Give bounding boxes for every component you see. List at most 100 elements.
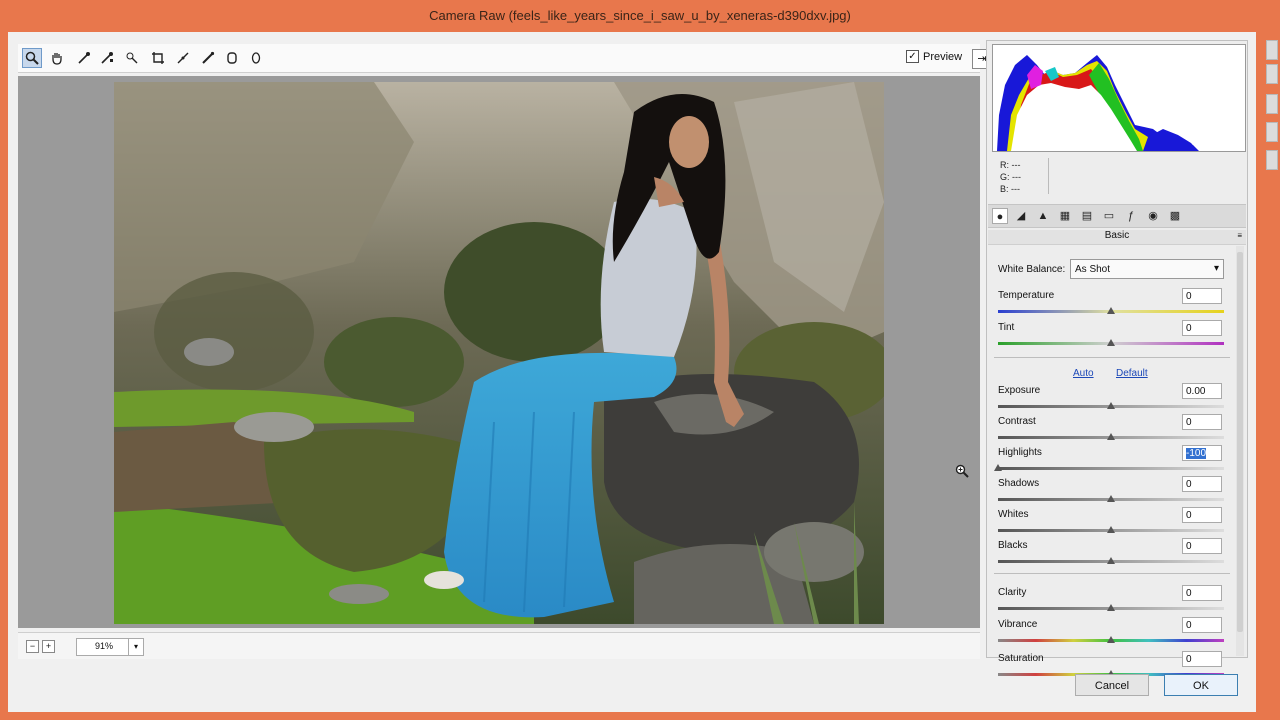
- slider-value-field[interactable]: 0: [1182, 288, 1222, 304]
- default-link[interactable]: Default: [1116, 368, 1148, 379]
- g-label: G:: [1000, 172, 1010, 182]
- slider-label: Temperature: [998, 290, 1055, 301]
- zoom-level-value: 91%: [95, 641, 114, 651]
- outer-scroll-button[interactable]: [1266, 122, 1278, 142]
- b-value: ---: [1011, 184, 1021, 194]
- panel-scrollbar[interactable]: [1236, 246, 1244, 656]
- straighten-tool-icon[interactable]: [173, 48, 193, 68]
- slider-value: 0: [1186, 654, 1192, 665]
- chevron-down-icon: ▾: [1213, 263, 1219, 274]
- r-value: ---: [1011, 160, 1021, 170]
- slider-thumb[interactable]: [1107, 495, 1115, 502]
- slider-value: 0: [1186, 620, 1192, 631]
- slider-value-field[interactable]: 0: [1182, 320, 1222, 336]
- slider-value-field[interactable]: 0: [1182, 414, 1222, 430]
- b-label: B:: [1000, 184, 1009, 194]
- histogram: [992, 44, 1246, 152]
- ok-button[interactable]: OK: [1164, 674, 1238, 696]
- section-title: Basic ≡: [988, 230, 1246, 245]
- scrollbar-thumb[interactable]: [1237, 252, 1243, 632]
- slider-value-field[interactable]: 0: [1182, 651, 1222, 667]
- slider-value: 0: [1186, 510, 1192, 521]
- slider-label: Whites: [998, 509, 1029, 520]
- zoom-bar: − + 91% ▾: [18, 632, 980, 659]
- slider-value: 0: [1186, 291, 1192, 302]
- slider-label: Saturation: [998, 653, 1044, 664]
- tool-bar: ✓ Preview ⇥: [18, 44, 992, 73]
- slider-label: Clarity: [998, 587, 1027, 598]
- slider-thumb[interactable]: [994, 464, 1002, 471]
- slider-thumb[interactable]: [1107, 526, 1115, 533]
- slider-value-field[interactable]: 0.00: [1182, 383, 1222, 399]
- hand-tool-icon[interactable]: [47, 48, 67, 68]
- slider-value-field[interactable]: 0: [1182, 617, 1222, 633]
- slider-track[interactable]: [998, 467, 1224, 470]
- slider-thumb[interactable]: [1107, 604, 1115, 611]
- r-label: R:: [1000, 160, 1009, 170]
- slider-value-field[interactable]: 0: [1182, 538, 1222, 554]
- split-toning-tab-icon[interactable]: ▤: [1079, 208, 1095, 224]
- slider-label: Blacks: [998, 540, 1028, 551]
- rgb-readout: R: --- G: --- B: ---: [996, 158, 1246, 198]
- crop-tool-icon[interactable]: [148, 48, 168, 68]
- targeted-adjustment-tool-icon[interactable]: [122, 48, 142, 68]
- auto-link[interactable]: Auto: [1073, 368, 1094, 379]
- presets-tab-icon[interactable]: ▩: [1167, 208, 1183, 224]
- slider-label: Vibrance: [998, 619, 1038, 630]
- panel-menu-icon[interactable]: ≡: [1237, 231, 1242, 240]
- slider-label: Highlights: [998, 447, 1042, 458]
- slider-value-field[interactable]: -100: [1182, 445, 1222, 461]
- divider: [994, 357, 1230, 358]
- tone-curve-tab-icon[interactable]: ◢: [1013, 208, 1029, 224]
- slider-value-field[interactable]: 0: [1182, 507, 1222, 523]
- zoom-in-button[interactable]: +: [42, 640, 55, 653]
- outer-scrollbar[interactable]: [1262, 32, 1278, 212]
- basic-tab-icon[interactable]: ●: [992, 208, 1008, 224]
- slider-thumb[interactable]: [1107, 433, 1115, 440]
- white-balance-value: As Shot: [1075, 264, 1111, 275]
- outer-scroll-button[interactable]: [1266, 94, 1278, 114]
- slider-value: 0: [1186, 417, 1192, 428]
- adjustment-brush-icon[interactable]: [246, 48, 266, 68]
- spot-removal-tool-icon[interactable]: [198, 48, 218, 68]
- title-bar: Camera Raw (feels_like_years_since_i_saw…: [0, 0, 1280, 32]
- chevron-down-icon: ▾: [128, 639, 143, 655]
- window-title: Camera Raw (feels_like_years_since_i_saw…: [429, 8, 851, 23]
- slider-thumb[interactable]: [1107, 557, 1115, 564]
- slider-value: 0: [1186, 323, 1192, 334]
- white-balance-select[interactable]: As Shot ▾: [1070, 259, 1224, 279]
- preview-toggle[interactable]: ✓ Preview: [906, 50, 962, 63]
- slider-value: 0: [1186, 541, 1192, 552]
- outer-scroll-button[interactable]: [1266, 40, 1278, 60]
- slider-thumb[interactable]: [1107, 339, 1115, 346]
- red-eye-tool-icon[interactable]: [222, 48, 242, 68]
- detail-tab-icon[interactable]: ▲: [1035, 208, 1051, 224]
- camera-calibration-tab-icon[interactable]: ◉: [1145, 208, 1161, 224]
- slider-thumb[interactable]: [1107, 636, 1115, 643]
- preview-checkbox[interactable]: ✓: [906, 50, 919, 63]
- slider-value: -100: [1186, 448, 1207, 459]
- divider: [994, 573, 1230, 574]
- zoom-out-button[interactable]: −: [26, 640, 39, 653]
- zoom-tool-icon[interactable]: [22, 48, 42, 68]
- slider-label: Contrast: [998, 416, 1036, 427]
- slider-value: 0.00: [1186, 386, 1206, 397]
- hsl-tab-icon[interactable]: ▦: [1057, 208, 1073, 224]
- white-balance-label: White Balance:: [998, 264, 1066, 275]
- slider-value: 0: [1186, 479, 1192, 490]
- fx-tab-icon[interactable]: ƒ: [1123, 208, 1139, 224]
- panel-tabs: ● ◢ ▲ ▦ ▤ ▭ ƒ ◉ ▩: [988, 204, 1246, 228]
- zoom-cursor-icon: [955, 464, 969, 481]
- outer-scroll-button[interactable]: [1266, 64, 1278, 84]
- outer-scroll-button[interactable]: [1266, 150, 1278, 170]
- white-balance-tool-icon[interactable]: [74, 48, 94, 68]
- slider-thumb[interactable]: [1107, 402, 1115, 409]
- slider-thumb[interactable]: [1107, 307, 1115, 314]
- slider-label: Shadows: [998, 478, 1040, 489]
- cancel-button[interactable]: Cancel: [1075, 674, 1149, 696]
- lens-corrections-tab-icon[interactable]: ▭: [1101, 208, 1117, 224]
- color-sampler-tool-icon[interactable]: [97, 48, 117, 68]
- zoom-level-select[interactable]: 91% ▾: [76, 638, 144, 656]
- slider-value-field[interactable]: 0: [1182, 476, 1222, 492]
- slider-value-field[interactable]: 0: [1182, 585, 1222, 601]
